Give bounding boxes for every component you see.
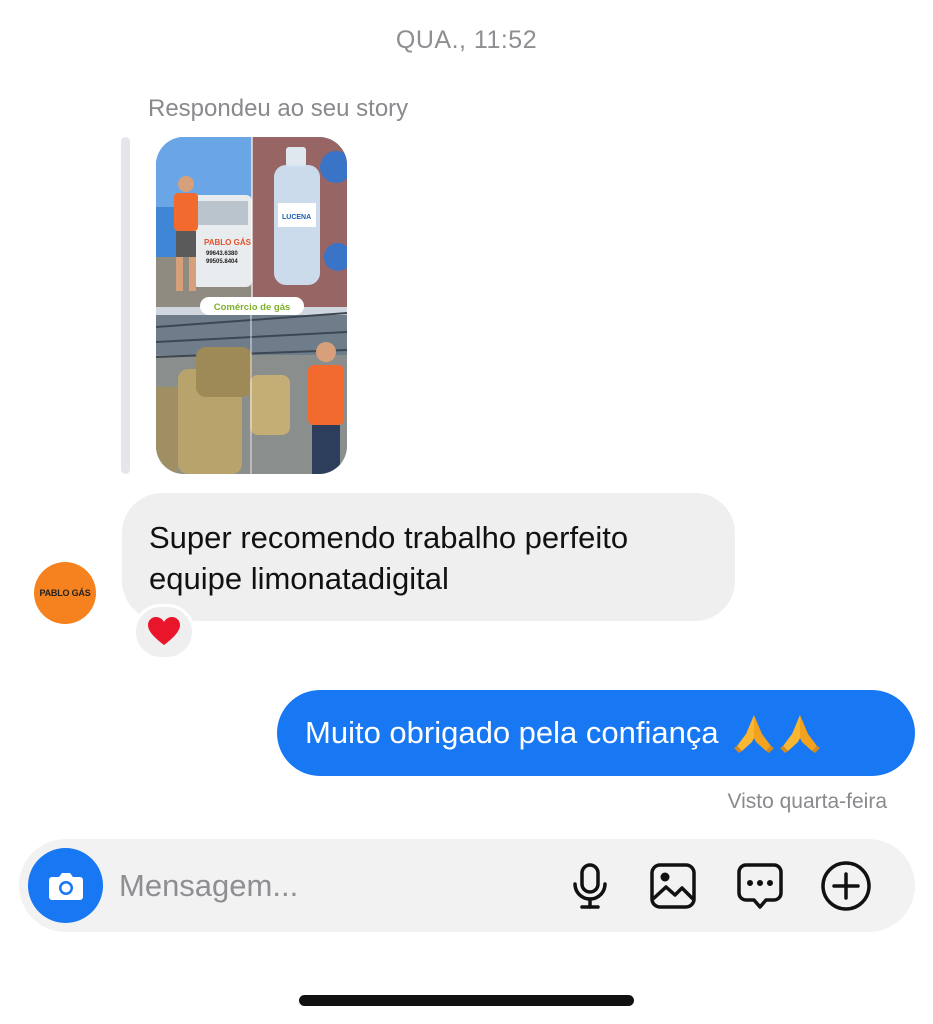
outgoing-message-emoji: [729, 712, 821, 754]
message-composer: [19, 839, 915, 932]
bottle-label-text: LUCENA: [282, 214, 311, 221]
folded-hands-icon: [779, 715, 820, 753]
gallery-button[interactable]: [647, 860, 699, 912]
incoming-message-bubble[interactable]: Super recomendo trabalho perfeito equipe…: [122, 493, 735, 621]
image-icon: [650, 863, 696, 909]
story-reply-caption: Respondeu ao seu story: [148, 95, 409, 122]
outgoing-message-bubble[interactable]: Muito obrigado pela confiança: [277, 690, 915, 776]
camera-icon: [48, 872, 83, 900]
story-collage-image: PABLO GÁS 99643.6380 99505.8404 LUCENA C…: [156, 137, 347, 474]
microphone-icon: [573, 863, 607, 909]
van-brand-text: PABLO GÁS: [204, 238, 252, 247]
sticker-button[interactable]: [734, 860, 786, 912]
dm-thread: QUA., 11:52 Respondeu ao seu story PABLO…: [0, 0, 933, 1024]
sticker-chat-icon: [737, 863, 783, 909]
story-thumbnail[interactable]: PABLO GÁS 99643.6380 99505.8404 LUCENA C…: [156, 137, 347, 474]
message-input[interactable]: [119, 857, 549, 915]
add-button[interactable]: [820, 860, 872, 912]
sender-avatar[interactable]: PABLO GÁS: [34, 562, 96, 624]
heart-icon: [148, 617, 180, 645]
van-phone-2: 99505.8404: [206, 259, 238, 265]
van-phone-1: 99643.6380: [206, 251, 238, 257]
seen-status: Visto quarta-feira: [727, 790, 887, 813]
microphone-button[interactable]: [564, 860, 616, 912]
story-reply-indicator: [121, 137, 130, 474]
outgoing-message-text: Muito obrigado pela confiança: [305, 715, 719, 750]
camera-button[interactable]: [28, 848, 103, 923]
home-indicator[interactable]: [299, 995, 634, 1006]
folded-hands-icon: [733, 715, 774, 753]
message-reaction[interactable]: [133, 604, 195, 660]
sender-avatar-label: PABLO GÁS: [39, 588, 91, 598]
thread-timestamp: QUA., 11:52: [395, 26, 538, 54]
add-icon: [821, 861, 871, 911]
